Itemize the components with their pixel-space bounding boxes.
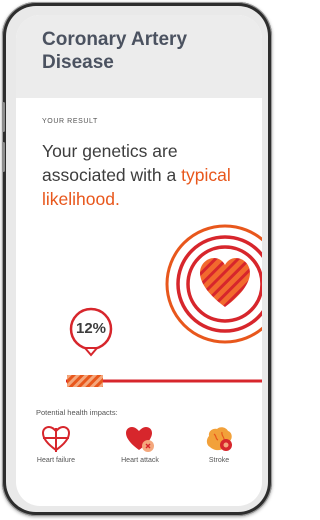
impact-label: Heart attack	[121, 457, 159, 464]
impacts-label: Potential health impacts:	[36, 408, 118, 417]
impact-heart-failure: Heart failure	[21, 425, 91, 464]
heart-failure-icon	[41, 425, 71, 452]
impact-label: Stroke	[208, 457, 230, 464]
heart-icon	[200, 258, 250, 307]
impact-heart-attack: Heart attack	[105, 425, 175, 464]
phone-volume-button	[2, 142, 5, 172]
percentage-value: 12%	[75, 320, 107, 337]
app-screen: Coronary Artery Disease YOUR RESULT Your…	[16, 15, 262, 506]
heart-attack-icon	[126, 427, 154, 452]
impact-label: Heart failure	[36, 457, 76, 464]
phone-frame: Coronary Artery Disease YOUR RESULT Your…	[2, 2, 272, 516]
impact-stroke: Stroke	[184, 425, 254, 464]
phone-volume-button	[2, 102, 5, 132]
percentage-bar	[67, 375, 103, 387]
stroke-icon	[206, 427, 232, 451]
